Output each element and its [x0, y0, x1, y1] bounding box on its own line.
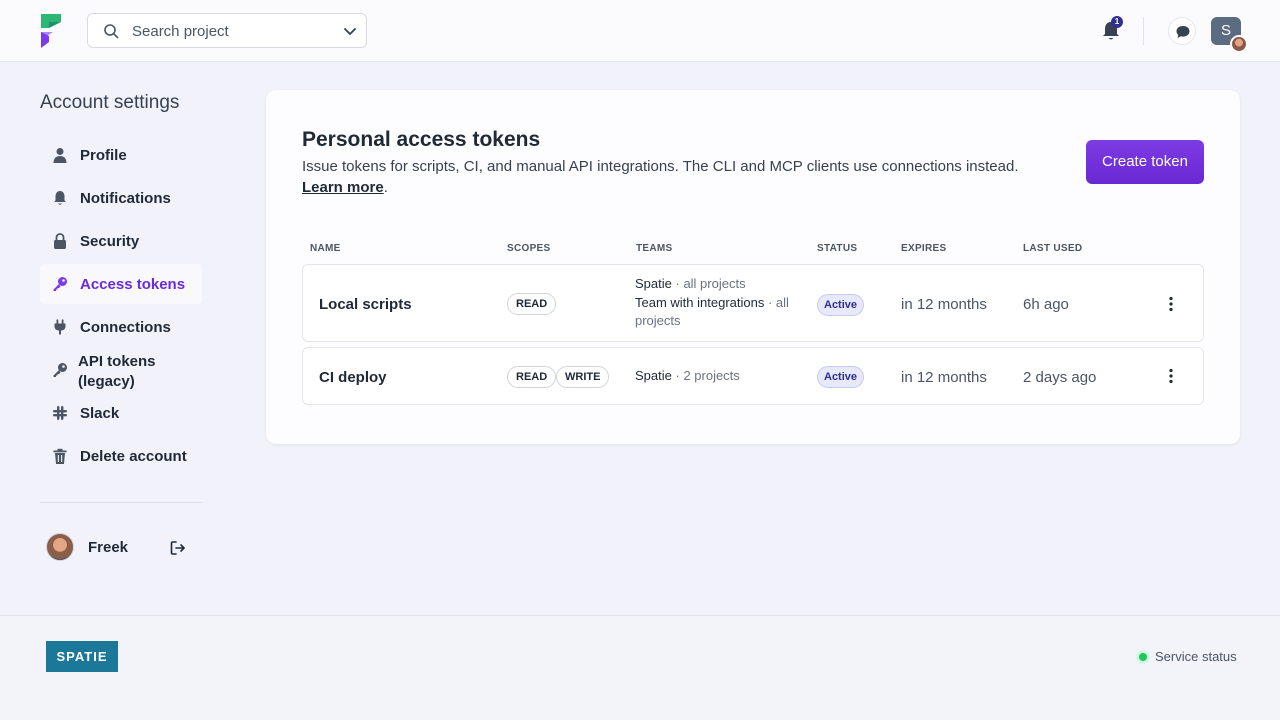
- table-row: Local scripts READ Spatie · all projects…: [302, 264, 1204, 342]
- last-used-value: 6h ago: [1023, 296, 1069, 313]
- sidebar-item-label: Access tokens: [80, 276, 186, 293]
- sidebar-item-label: Slack: [80, 405, 120, 422]
- user-icon: [53, 148, 67, 163]
- team-name: Team with integrations: [635, 295, 765, 310]
- column-header-scopes: SCOPES: [507, 243, 551, 254]
- sidebar-title: Account settings: [40, 92, 180, 113]
- team-name: Spatie: [635, 276, 672, 291]
- column-header-expires: EXPIRES: [901, 243, 947, 254]
- team-scope: 2 projects: [683, 368, 740, 383]
- logout-icon[interactable]: [170, 540, 186, 556]
- slack-icon: [53, 406, 67, 420]
- column-header-status: STATUS: [817, 243, 858, 254]
- avatar: [46, 533, 74, 561]
- bell-icon: [54, 191, 66, 205]
- sidebar-item-delete-account[interactable]: Delete account: [40, 436, 202, 476]
- scope-chip: READ: [507, 293, 557, 315]
- key-icon: [53, 363, 67, 377]
- sidebar-item-label: Security: [80, 233, 140, 250]
- sidebar-item-label: Delete account: [80, 448, 187, 465]
- token-name: Local scripts: [319, 296, 412, 313]
- learn-more-link[interactable]: Learn more: [302, 179, 384, 196]
- team-name: Spatie: [635, 368, 672, 383]
- chevron-down-icon[interactable]: [343, 24, 357, 38]
- sidebar-item-api-tokens-legacy[interactable]: API tokens (legacy): [40, 350, 202, 390]
- status-badge: Active: [817, 366, 865, 388]
- sidebar-item-slack[interactable]: Slack: [40, 393, 202, 433]
- status-badge: Active: [817, 294, 865, 316]
- app-logo-icon[interactable]: [39, 14, 63, 48]
- scope-chip: WRITE: [556, 366, 610, 388]
- lock-icon: [54, 233, 66, 249]
- sidebar-divider: [40, 502, 202, 503]
- key-icon: [53, 277, 67, 291]
- service-status-indicator: [1139, 653, 1147, 661]
- plug-icon: [54, 319, 66, 335]
- token-name: CI deploy: [319, 369, 387, 386]
- more-vertical-icon[interactable]: [1163, 296, 1179, 312]
- chat-bubble-icon: [1176, 26, 1190, 38]
- description-text: Issue tokens for scripts, CI, and manual…: [302, 158, 1019, 175]
- sidebar-nav: Profile Notifications Security Access to…: [40, 135, 202, 479]
- expires-value: in 12 months: [901, 296, 987, 313]
- more-vertical-icon[interactable]: [1163, 368, 1179, 384]
- sidebar-item-notifications[interactable]: Notifications: [40, 178, 202, 218]
- last-used-value: 2 days ago: [1023, 369, 1097, 386]
- table-row: CI deploy READ WRITE Spatie · 2 projects…: [302, 347, 1204, 405]
- search-input[interactable]: Search project: [87, 13, 367, 48]
- team-scope: all projects: [683, 276, 746, 291]
- notification-count-badge: 1: [1111, 16, 1123, 28]
- sidebar-item-label: Notifications: [80, 190, 171, 207]
- service-status-link[interactable]: Service status: [1155, 649, 1237, 664]
- column-header-name: NAME: [310, 243, 341, 254]
- chat-button[interactable]: [1168, 17, 1196, 45]
- team-entry: Spatie · all projects: [635, 276, 746, 291]
- search-placeholder: Search project: [132, 23, 229, 40]
- spatie-logo[interactable]: SPATIE: [46, 641, 118, 672]
- sidebar-item-connections[interactable]: Connections: [40, 307, 202, 347]
- column-header-teams: TEAMS: [636, 243, 673, 254]
- page-description: Issue tokens for scripts, CI, and manual…: [302, 158, 1019, 196]
- avatar: [1230, 35, 1248, 53]
- team-entry: Team with integrations · all projects: [635, 295, 789, 328]
- current-user-name: Freek: [88, 539, 129, 556]
- sidebar-item-label: Profile: [80, 147, 127, 164]
- scope-chip: READ: [507, 366, 557, 388]
- trash-icon: [53, 448, 67, 464]
- sidebar-item-profile[interactable]: Profile: [40, 135, 202, 175]
- tokens-card: Personal access tokens Issue tokens for …: [266, 90, 1240, 444]
- sidebar-item-label: Connections: [80, 319, 171, 336]
- sidebar-item-access-tokens[interactable]: Access tokens: [40, 264, 202, 304]
- sidebar-item-security[interactable]: Security: [40, 221, 202, 261]
- page-title: Personal access tokens: [302, 128, 541, 151]
- search-icon: [104, 24, 119, 39]
- column-header-last-used: LAST USED: [1023, 243, 1083, 254]
- create-token-button[interactable]: Create token: [1086, 140, 1204, 184]
- header-divider: [1143, 17, 1144, 45]
- top-bar: Search project 1 S: [0, 0, 1280, 62]
- sidebar-item-label: API tokens (legacy): [78, 353, 156, 390]
- team-entry: Spatie · 2 projects: [635, 368, 740, 383]
- expires-value: in 12 months: [901, 369, 987, 386]
- footer: SPATIE Service status: [0, 615, 1280, 720]
